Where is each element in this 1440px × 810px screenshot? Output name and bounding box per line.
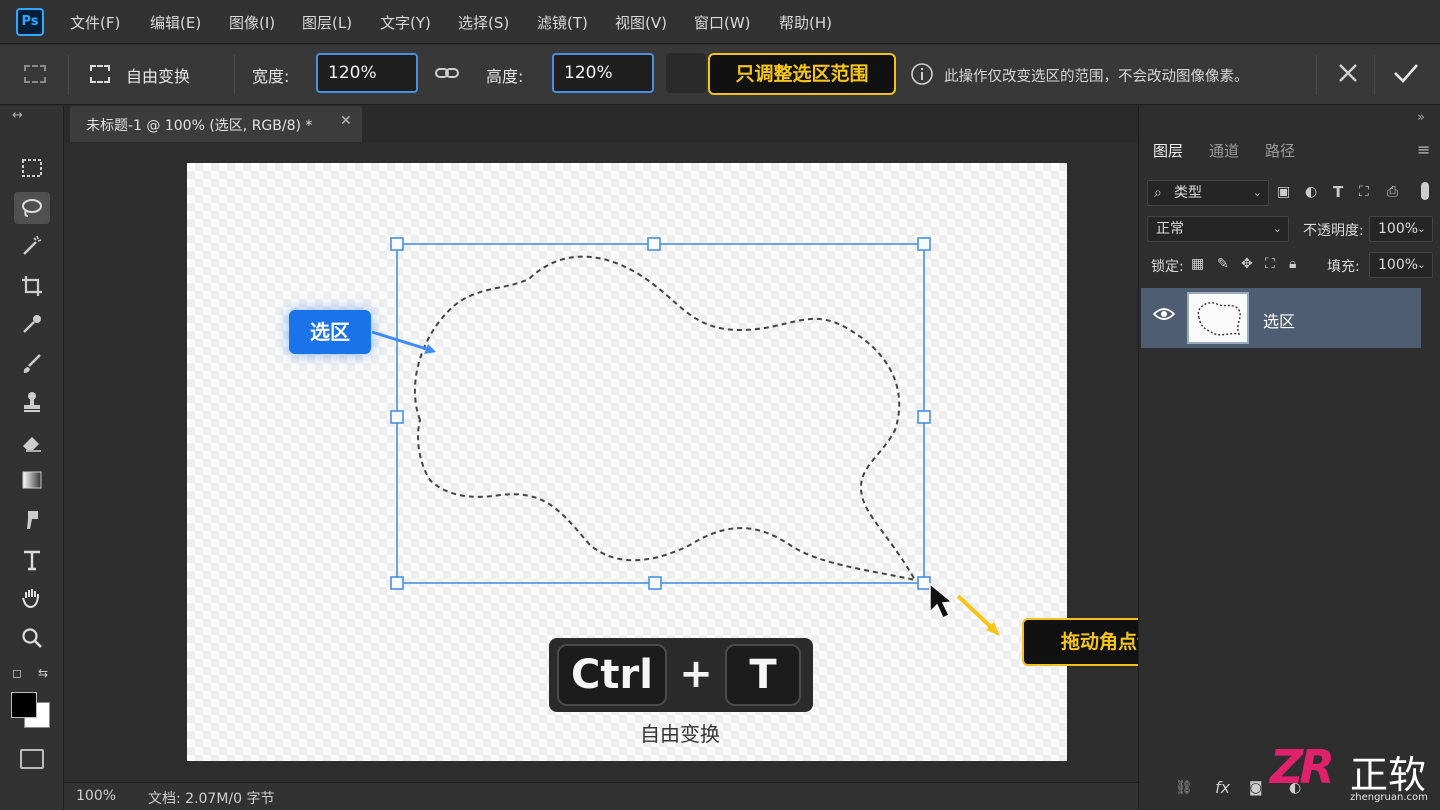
drag-hint-arrow	[956, 594, 994, 630]
search-icon: ⌕	[1154, 185, 1162, 201]
chevron-down-icon: ⌄	[1416, 222, 1426, 235]
handle-bottom-right	[917, 576, 931, 590]
lock-position-icon[interactable]: ✥	[1241, 256, 1253, 272]
layer-name[interactable]: 选区	[1263, 308, 1295, 332]
key-t: T	[725, 644, 801, 706]
shortcut-caption: 自由变换	[640, 722, 720, 746]
type-filter-icon[interactable]: T	[1333, 183, 1343, 201]
blend-mode-dropdown[interactable]: 正常 ⌄	[1147, 216, 1289, 242]
transform-bounding-box	[396, 243, 925, 584]
layer-filter-dropdown[interactable]: ⌕ 类型 ⌄	[1147, 180, 1269, 206]
handle-top-middle	[647, 237, 661, 251]
lock-label: 锁定:	[1151, 259, 1184, 275]
handle-bottom-middle	[648, 576, 662, 590]
opacity-value: 100%	[1378, 221, 1419, 237]
brand-url: zhengruan.com	[1350, 792, 1428, 803]
watermark: ZR 正软 zhengruan.com	[1270, 740, 1440, 810]
selection-label-arrow	[371, 330, 431, 352]
shape-filter-icon[interactable]: ⛶	[1359, 184, 1369, 200]
chevron-down-icon: ⌄	[1272, 222, 1282, 235]
handle-bottom-left	[390, 576, 404, 590]
add-mask-icon[interactable]: ◙	[1249, 780, 1263, 796]
adjustment-filter-icon[interactable]: ◐	[1305, 184, 1317, 200]
link-layers-icon[interactable]: ⛓	[1175, 780, 1193, 796]
filter-toggle-icon[interactable]	[1421, 182, 1429, 200]
fill-field[interactable]: 100% ⌄	[1369, 252, 1433, 278]
lock-artboard-icon[interactable]: ⛶	[1265, 256, 1275, 272]
opacity-field[interactable]: 100% ⌄	[1369, 216, 1433, 242]
handle-top-left	[390, 237, 404, 251]
zoom-level[interactable]: 100%	[76, 788, 116, 804]
lock-all-icon[interactable]: 🔒︎	[1289, 256, 1296, 272]
tab-paths[interactable]: 路径	[1265, 140, 1295, 161]
panel-menu-icon[interactable]: ≡	[1417, 140, 1430, 159]
chevron-down-icon: ⌄	[1416, 258, 1426, 271]
shortcut-panel: Ctrl + T	[549, 638, 813, 712]
layers-panel: » 图层 通道 路径 ≡ ⌕ 类型 ⌄ ▣ ◐ T ⛶ ⎙ 正常 ⌄ 不透明度:…	[1138, 106, 1440, 810]
brand-name: 正软	[1350, 753, 1427, 797]
chevron-down-icon: ⌄	[1252, 186, 1262, 199]
selection-label-badge: 选区	[289, 310, 371, 354]
collapse-panel-icon[interactable]: »	[1417, 110, 1425, 125]
lock-transparent-icon[interactable]: ▦	[1191, 256, 1204, 272]
fx-icon[interactable]: fx	[1215, 778, 1230, 797]
handle-middle-right	[917, 410, 931, 424]
tab-channels[interactable]: 通道	[1209, 140, 1239, 161]
smart-object-filter-icon[interactable]: ⎙	[1387, 184, 1398, 200]
tab-layers[interactable]: 图层	[1153, 140, 1183, 161]
status-bar: 100% 文档: 2.07M/0 字节	[64, 782, 1138, 810]
document-info[interactable]: 文档: 2.07M/0 字节	[148, 788, 275, 808]
handle-top-right	[917, 237, 931, 251]
handle-middle-left	[390, 410, 404, 424]
key-plus: +	[679, 651, 713, 697]
layer-filter-value: 类型	[1174, 185, 1202, 201]
fill-value: 100%	[1378, 257, 1419, 273]
mouse-cursor-icon	[929, 582, 954, 619]
layer-row[interactable]: 选区	[1141, 288, 1421, 348]
visibility-eye-icon[interactable]	[1152, 306, 1176, 326]
key-ctrl: Ctrl	[557, 644, 667, 706]
blend-mode-value: 正常	[1156, 221, 1184, 237]
selection-marquee-path	[413, 255, 917, 582]
lock-image-icon[interactable]: ✎	[1217, 256, 1229, 272]
fill-label: 填充:	[1327, 259, 1360, 275]
brand-logo: ZR	[1270, 740, 1335, 794]
opacity-label: 不透明度:	[1303, 223, 1364, 239]
layer-thumbnail	[1187, 292, 1249, 344]
pixel-filter-icon[interactable]: ▣	[1277, 184, 1290, 200]
